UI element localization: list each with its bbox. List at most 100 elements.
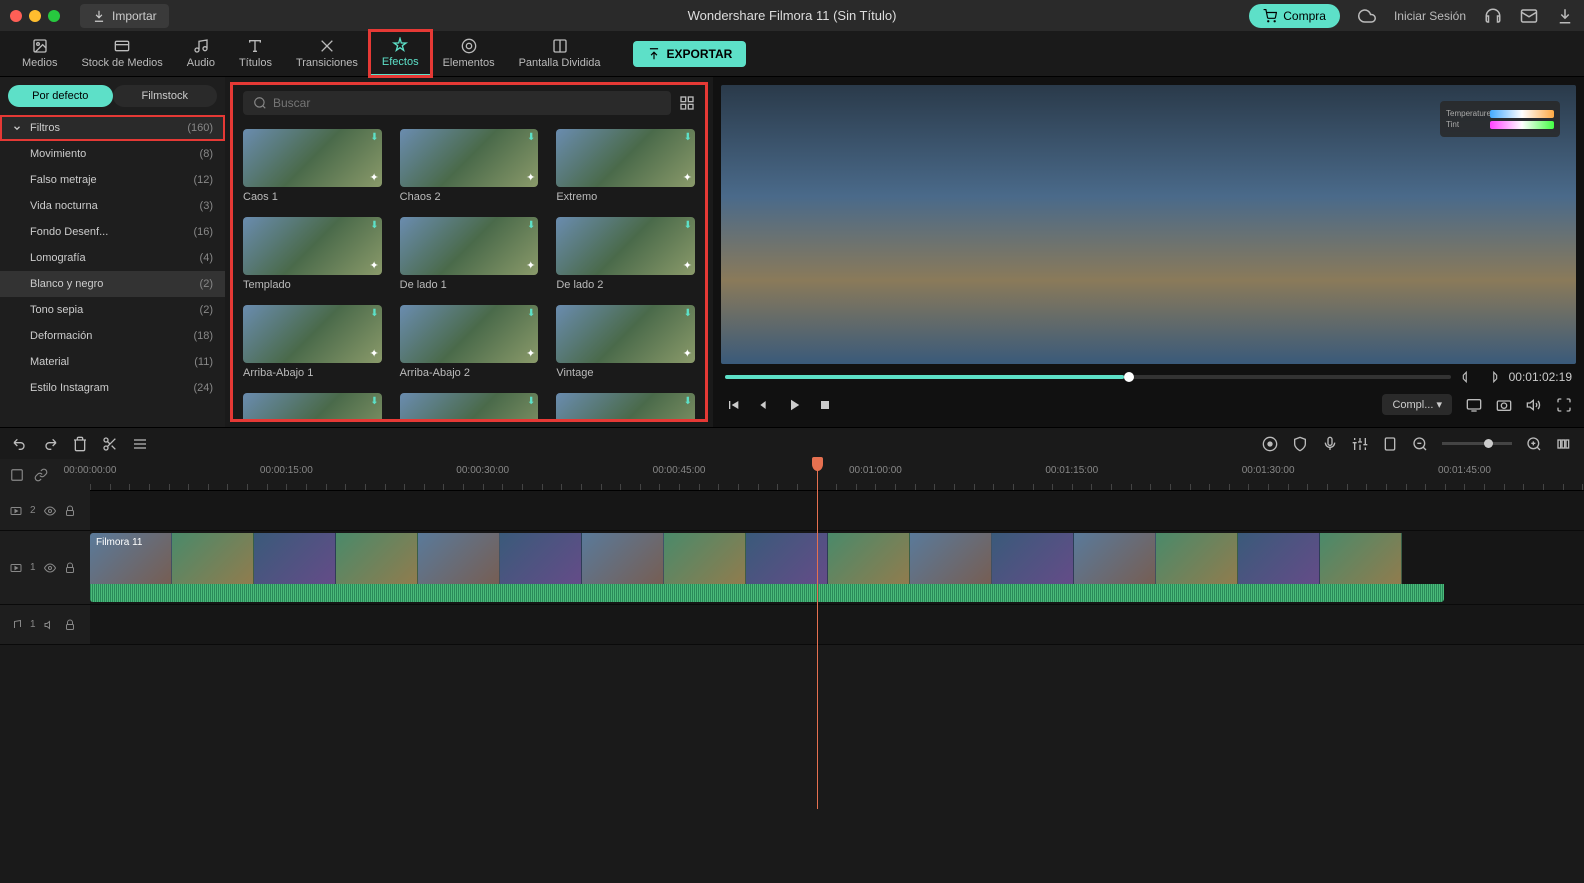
tab-transitions[interactable]: Transiciones — [284, 32, 370, 75]
zoom-fit-icon[interactable] — [1556, 436, 1572, 452]
timeline-settings-icon[interactable] — [10, 468, 24, 482]
preview-viewport[interactable]: Temperature Tint — [721, 85, 1576, 364]
zoom-slider[interactable] — [1442, 442, 1512, 445]
stop-icon[interactable] — [817, 397, 833, 413]
lock-icon[interactable] — [64, 619, 76, 631]
export-button[interactable]: EXPORTAR — [633, 41, 747, 67]
category-item[interactable]: Tono sepia(2) — [0, 297, 225, 323]
volume-icon[interactable] — [1526, 397, 1542, 413]
category-item[interactable]: Fondo Desenf...(16) — [0, 219, 225, 245]
playback-progress[interactable] — [725, 375, 1451, 379]
buy-button[interactable]: Compra — [1249, 4, 1340, 28]
snapshot-icon[interactable] — [1496, 397, 1512, 413]
display-icon[interactable] — [1466, 397, 1482, 413]
effect-item[interactable]: ⬇✦ — [400, 393, 539, 419]
category-count: (11) — [194, 356, 213, 368]
close-window[interactable] — [10, 10, 22, 22]
undo-icon[interactable] — [12, 436, 28, 452]
window-controls — [10, 10, 60, 22]
category-item[interactable]: Estilo Instagram(24) — [0, 375, 225, 401]
visibility-icon[interactable] — [44, 505, 56, 517]
category-item[interactable]: Vida nocturna (3) — [0, 193, 225, 219]
category-item[interactable]: Movimiento(8) — [0, 141, 225, 167]
tab-default[interactable]: Por defecto — [8, 85, 113, 107]
login-link[interactable]: Iniciar Sesión — [1394, 9, 1466, 23]
tab-elements[interactable]: Elementos — [431, 32, 507, 75]
tab-stock[interactable]: Stock de Medios — [69, 32, 174, 75]
category-label: Vida nocturna — [30, 200, 98, 212]
search-input[interactable] — [273, 96, 661, 110]
time-ruler[interactable]: 00:00:00:0000:00:15:0000:00:30:0000:00:4… — [90, 459, 1584, 491]
tab-media[interactable]: Medios — [10, 32, 69, 75]
mute-icon[interactable] — [44, 619, 56, 631]
category-filters[interactable]: Filtros (160) — [0, 115, 225, 141]
cut-icon[interactable] — [102, 436, 118, 452]
delete-icon[interactable] — [72, 436, 88, 452]
tint-slider[interactable] — [1490, 121, 1554, 129]
category-count: (3) — [200, 200, 213, 212]
video-clip[interactable]: Filmora 11 — [90, 533, 1444, 602]
zoom-out-icon[interactable] — [1412, 436, 1428, 452]
app-title: Wondershare Filmora 11 (Sin Título) — [688, 8, 897, 23]
playhead[interactable] — [817, 459, 818, 809]
effect-item[interactable]: ⬇✦ — [556, 393, 695, 419]
zoom-in-icon[interactable] — [1526, 436, 1542, 452]
grid-view-icon[interactable] — [679, 95, 695, 111]
effect-item[interactable]: ⬇✦Vintage — [556, 305, 695, 379]
tab-audio[interactable]: Audio — [175, 32, 227, 75]
tab-filmstock[interactable]: Filmstock — [113, 85, 218, 107]
quality-dropdown[interactable]: Compl... ▾ — [1382, 394, 1452, 415]
effect-item[interactable]: ⬇✦De lado 1 — [400, 217, 539, 291]
effect-item[interactable]: ⬇✦ — [243, 393, 382, 419]
download-queue-icon[interactable] — [1556, 7, 1574, 25]
effect-item[interactable]: ⬇✦Arriba-Abajo 2 — [400, 305, 539, 379]
tab-effects[interactable]: Efectos — [370, 31, 431, 76]
headset-icon[interactable] — [1484, 7, 1502, 25]
record-icon[interactable] — [1262, 436, 1278, 452]
clip-label: Filmora 11 — [96, 537, 143, 548]
lock-icon[interactable] — [64, 505, 76, 517]
sidebar-source-tabs: Por defecto Filmstock — [0, 77, 225, 115]
effect-item[interactable]: ⬇✦Extremo — [556, 129, 695, 203]
link-icon[interactable] — [34, 468, 48, 482]
marker-icon[interactable] — [1382, 436, 1398, 452]
category-item[interactable]: Falso metraje(12) — [0, 167, 225, 193]
menu-icon[interactable] — [132, 436, 148, 452]
prev-frame-icon[interactable] — [725, 397, 741, 413]
mark-in-icon[interactable] — [1461, 370, 1475, 384]
category-item[interactable]: Material(11) — [0, 349, 225, 375]
minimize-window[interactable] — [29, 10, 41, 22]
mark-out-icon[interactable] — [1485, 370, 1499, 384]
visibility-icon[interactable] — [44, 562, 56, 574]
mixer-icon[interactable] — [1352, 436, 1368, 452]
tab-split-screen[interactable]: Pantalla Dividida — [507, 32, 613, 75]
category-item[interactable]: Deformación(18) — [0, 323, 225, 349]
cloud-icon[interactable] — [1358, 7, 1376, 25]
ruler-timestamp: 00:00:30:00 — [456, 465, 509, 476]
import-button[interactable]: Importar — [80, 4, 169, 28]
lock-icon[interactable] — [64, 562, 76, 574]
effect-item[interactable]: ⬇✦Chaos 2 — [400, 129, 539, 203]
effect-item[interactable]: ⬇✦De lado 2 — [556, 217, 695, 291]
step-back-icon[interactable] — [755, 397, 771, 413]
effect-item[interactable]: ⬇✦Templado — [243, 217, 382, 291]
effect-item[interactable]: ⬇✦Arriba-Abajo 1 — [243, 305, 382, 379]
effect-item[interactable]: ⬇✦Caos 1 — [243, 129, 382, 203]
track-body[interactable]: Filmora 11 — [90, 531, 1584, 604]
tab-label: Audio — [187, 57, 215, 69]
play-icon[interactable] — [785, 396, 803, 414]
tab-titles[interactable]: Títulos — [227, 32, 284, 75]
download-badge-icon: ⬇ — [684, 220, 692, 231]
category-item[interactable]: Blanco y negro(2) — [0, 271, 225, 297]
effect-thumbnail: ⬇✦ — [400, 217, 539, 275]
clip-audio-waveform — [90, 584, 1444, 602]
mic-icon[interactable] — [1322, 436, 1338, 452]
fullscreen-icon[interactable] — [1556, 397, 1572, 413]
shield-icon[interactable] — [1292, 436, 1308, 452]
search-box[interactable] — [243, 91, 671, 115]
temperature-slider[interactable] — [1490, 110, 1554, 118]
category-item[interactable]: Lomografía(4) — [0, 245, 225, 271]
maximize-window[interactable] — [48, 10, 60, 22]
redo-icon[interactable] — [42, 436, 58, 452]
mail-icon[interactable] — [1520, 7, 1538, 25]
